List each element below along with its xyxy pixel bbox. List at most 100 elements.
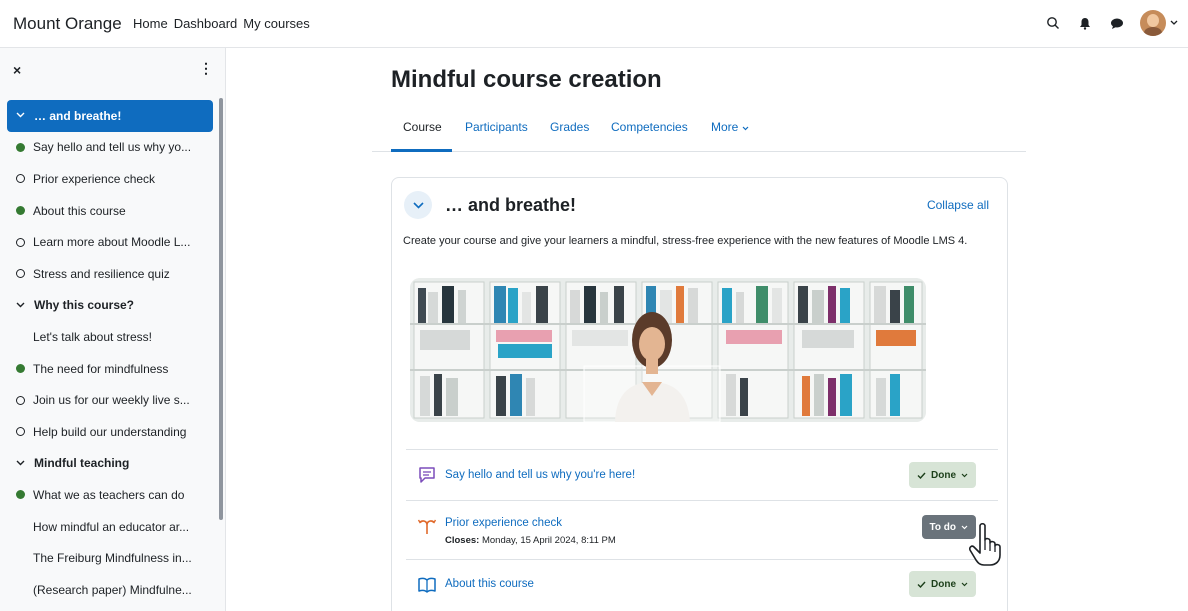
course-index-item[interactable]: Prior experience check — [7, 163, 213, 195]
active-tab-indicator — [391, 149, 452, 152]
drawer-menu-button[interactable]: ⋮ — [199, 60, 213, 77]
chevron-down-icon[interactable] — [16, 110, 26, 121]
completed-dot-icon — [16, 142, 25, 152]
course-index-item-label: Join us for our weekly live s... — [33, 393, 190, 408]
completion-status: Done — [931, 469, 956, 481]
course-index-item-label: Say hello and tell us why yo... — [33, 140, 192, 155]
check-icon — [917, 581, 926, 588]
course-index-item[interactable]: … and breathe! — [7, 100, 213, 132]
page-title: Mindful course creation — [391, 66, 662, 93]
completion-dropdown[interactable]: Done — [909, 462, 976, 488]
collapse-all-link[interactable]: Collapse all — [927, 198, 989, 212]
course-index-item-label: How mindful an educator ar... — [33, 519, 190, 534]
incomplete-circle-icon — [16, 174, 25, 184]
course-index-item-label: What we as teachers can do — [33, 487, 185, 502]
course-index-item[interactable]: Say hello and tell us why yo... — [7, 132, 213, 164]
course-index-item[interactable]: Mindful teaching — [7, 448, 213, 480]
course-index-item[interactable]: The Freiburg Mindfulness in... — [7, 542, 213, 574]
chevron-down-icon[interactable] — [16, 458, 26, 469]
chevron-down-icon — [961, 473, 968, 477]
course-index-item-label: Stress and resilience quiz — [33, 266, 170, 281]
chat-icon[interactable] — [1108, 14, 1126, 32]
completion-status: Done — [931, 578, 956, 590]
course-index-drawer: × ⋮ … and breathe! Say hello and tell us … — [0, 48, 226, 611]
hand-cursor-icon — [969, 522, 1001, 566]
course-index-item-label: Why this course? — [34, 298, 135, 313]
bell-icon[interactable] — [1076, 14, 1094, 32]
avatar[interactable] — [1140, 10, 1166, 36]
course-index-item-label: The need for mindfulness — [33, 361, 169, 376]
tab-grades[interactable]: Grades — [550, 120, 589, 134]
course-index-item[interactable]: How mindful an educator ar... — [7, 511, 213, 543]
chevron-down-icon — [742, 126, 749, 131]
incomplete-circle-icon — [16, 269, 25, 279]
user-nav — [1044, 10, 1178, 36]
drawer-scrollbar[interactable] — [219, 98, 223, 520]
incomplete-circle-icon — [16, 237, 25, 247]
completed-dot-icon — [16, 206, 25, 216]
top-navbar: Mount Orange Home Dashboard My courses — [0, 0, 1188, 48]
nav-dashboard[interactable]: Dashboard — [174, 16, 238, 31]
tab-more[interactable]: More — [711, 120, 749, 134]
course-index-item-label: Help build our understanding — [33, 424, 187, 439]
course-index-item[interactable]: About this course — [7, 195, 213, 227]
search-icon[interactable] — [1044, 14, 1062, 32]
activity-date-value: Monday, 15 April 2024, 8:11 PM — [479, 535, 616, 546]
course-index-item-label: The Freiburg Mindfulness in... — [33, 551, 192, 566]
activity-row: Say hello and tell us why you're here! D… — [406, 449, 998, 500]
course-index-item[interactable]: (Research paper) Mindfulne... — [7, 574, 213, 606]
section-toggle-button[interactable] — [404, 191, 432, 219]
activity-row: Prior experience check Closes: Monday, 1… — [406, 500, 998, 559]
course-index-item[interactable]: Why this course? — [7, 290, 213, 322]
tab-more-label: More — [711, 120, 739, 134]
nav-my-courses[interactable]: My courses — [243, 16, 309, 31]
chevron-down-icon — [961, 582, 968, 586]
course-index-item[interactable]: Join us for our weekly live s... — [7, 384, 213, 416]
completed-dot-icon — [16, 364, 25, 374]
course-index-item-label: Mindful teaching — [34, 456, 130, 471]
tab-competencies[interactable]: Competencies — [611, 120, 688, 134]
nav-home[interactable]: Home — [133, 16, 168, 31]
activity-dates: Closes: Monday, 15 April 2024, 8:11 PM — [445, 535, 616, 546]
course-index-item-label: About this course — [33, 203, 126, 218]
close-drawer-button[interactable]: × — [13, 62, 21, 78]
course-index: … and breathe! Say hello and tell us why … — [7, 100, 213, 606]
user-menu[interactable] — [1140, 10, 1178, 36]
forum-icon — [416, 464, 438, 486]
activity-date-label: Closes: — [445, 535, 480, 546]
completion-dropdown[interactable]: Done — [909, 571, 976, 597]
course-index-item[interactable]: Learn more about Moodle L... — [7, 226, 213, 258]
tab-participants[interactable]: Participants — [465, 120, 528, 134]
course-index-item-label: Prior experience check — [33, 171, 156, 186]
check-icon — [917, 472, 926, 479]
course-index-item-label: Let's talk about stress! — [33, 329, 153, 344]
incomplete-circle-icon — [16, 395, 25, 405]
completed-dot-icon — [16, 490, 25, 500]
activity-link[interactable]: About this course — [445, 578, 534, 590]
chevron-down-icon[interactable] — [16, 300, 26, 311]
chevron-down-icon — [1170, 20, 1178, 25]
book-icon — [416, 574, 438, 596]
section-title: … and breathe! — [445, 195, 577, 215]
course-index-item[interactable]: What we as teachers can do — [7, 479, 213, 511]
choice-icon — [416, 515, 438, 537]
activity-link[interactable]: Say hello and tell us why you're here! — [445, 469, 635, 481]
activity-link[interactable]: Prior experience check — [445, 517, 562, 529]
course-section-card: … and breathe! Collapse all Create your … — [391, 177, 1008, 611]
tab-course[interactable]: Course — [403, 120, 442, 134]
course-index-item-label: … and breathe! — [34, 108, 122, 123]
incomplete-circle-icon — [16, 427, 25, 437]
course-index-item-label: Learn more about Moodle L... — [33, 235, 191, 250]
course-index-item[interactable]: Help build our understanding — [7, 416, 213, 448]
chevron-down-icon — [412, 201, 424, 209]
course-index-item-label: (Research paper) Mindfulne... — [33, 582, 192, 597]
site-brand[interactable]: Mount Orange — [13, 14, 122, 34]
section-description: Create your course and give your learner… — [403, 235, 968, 247]
section-banner-image — [410, 278, 926, 422]
course-index-item[interactable]: Stress and resilience quiz — [7, 258, 213, 290]
course-index-item[interactable]: Let's talk about stress! — [7, 321, 213, 353]
activity-row: About this course Done — [406, 559, 998, 610]
primary-nav: Home Dashboard My courses — [133, 16, 316, 31]
course-tabs: Course Participants Grades Competencies … — [372, 108, 1026, 152]
course-index-item[interactable]: The need for mindfulness — [7, 353, 213, 385]
